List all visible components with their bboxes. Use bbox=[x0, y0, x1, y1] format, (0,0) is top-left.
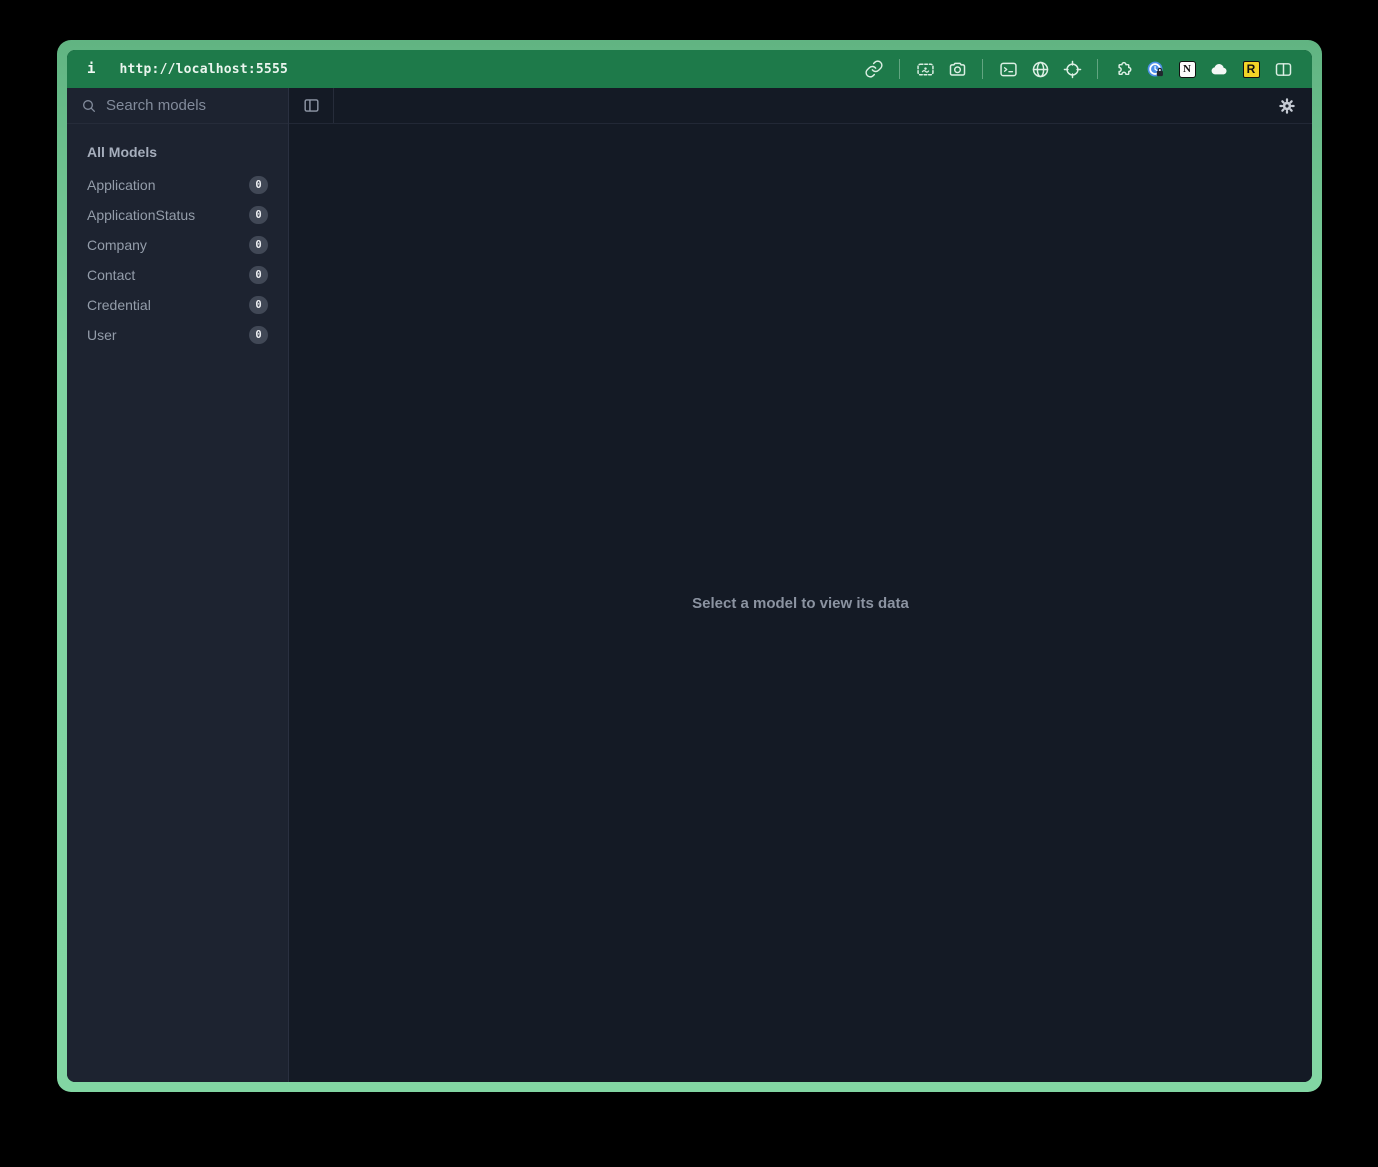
model-name: User bbox=[87, 327, 117, 343]
sidebar-toggle-section bbox=[289, 88, 334, 123]
cloud-icon[interactable] bbox=[1208, 58, 1230, 80]
model-count-badge: 0 bbox=[249, 296, 268, 314]
camera-icon[interactable] bbox=[946, 58, 968, 80]
titlebar-separator bbox=[982, 59, 983, 79]
globe-icon[interactable] bbox=[1029, 58, 1051, 80]
model-item-contact[interactable]: Contact 0 bbox=[67, 260, 288, 290]
sidebar-toggle-icon[interactable] bbox=[302, 96, 321, 115]
empty-state-text: Select a model to view its data bbox=[692, 595, 909, 612]
model-item-application[interactable]: Application 0 bbox=[67, 170, 288, 200]
model-list: All Models Application0ApplicationStatus… bbox=[67, 124, 288, 350]
model-count-badge: 0 bbox=[249, 326, 268, 344]
model-name: Application bbox=[87, 177, 156, 193]
info-icon: i bbox=[87, 61, 95, 77]
model-count-badge: 0 bbox=[249, 236, 268, 254]
gear-icon bbox=[1278, 97, 1296, 115]
capture-area-icon[interactable] bbox=[914, 58, 936, 80]
model-name: ApplicationStatus bbox=[87, 207, 195, 223]
model-item-user[interactable]: User 0 bbox=[67, 320, 288, 350]
puzzle-extension-icon[interactable] bbox=[1112, 58, 1134, 80]
model-item-credential[interactable]: Credential 0 bbox=[67, 290, 288, 320]
titlebar-separator bbox=[899, 59, 900, 79]
titlebar: i http://localhost:5555 bbox=[67, 50, 1312, 88]
clock-lock-extension-icon[interactable] bbox=[1144, 58, 1166, 80]
model-item-applicationstatus[interactable]: ApplicationStatus 0 bbox=[67, 200, 288, 230]
notion-icon[interactable]: N bbox=[1176, 58, 1198, 80]
split-view-icon[interactable] bbox=[1272, 58, 1294, 80]
link-icon[interactable] bbox=[863, 58, 885, 80]
crosshair-icon[interactable] bbox=[1061, 58, 1083, 80]
titlebar-icons: N R bbox=[863, 58, 1294, 80]
sidebar: All Models Application0ApplicationStatus… bbox=[67, 88, 289, 1082]
main-area: Select a model to view its data bbox=[289, 88, 1312, 1082]
app-body: All Models Application0ApplicationStatus… bbox=[67, 88, 1312, 1082]
search-input[interactable] bbox=[106, 97, 305, 114]
model-name: Company bbox=[87, 237, 147, 253]
empty-state-area: Select a model to view its data bbox=[289, 124, 1312, 1082]
model-items: Application0ApplicationStatus0Company0Co… bbox=[67, 170, 288, 350]
model-name: Credential bbox=[87, 297, 151, 313]
main-toolbar bbox=[289, 88, 1312, 124]
all-models-heading: All Models bbox=[67, 138, 288, 170]
search-row bbox=[67, 88, 288, 124]
settings-button[interactable] bbox=[1278, 97, 1312, 115]
model-count-badge: 0 bbox=[249, 206, 268, 224]
model-count-badge: 0 bbox=[249, 176, 268, 194]
model-count-badge: 0 bbox=[249, 266, 268, 284]
titlebar-separator bbox=[1097, 59, 1098, 79]
r-extension-icon[interactable]: R bbox=[1240, 58, 1262, 80]
window-content: i http://localhost:5555 bbox=[67, 50, 1312, 1082]
address-url[interactable]: http://localhost:5555 bbox=[119, 62, 288, 77]
model-name: Contact bbox=[87, 267, 135, 283]
search-icon bbox=[81, 98, 97, 114]
terminal-icon[interactable] bbox=[997, 58, 1019, 80]
model-item-company[interactable]: Company 0 bbox=[67, 230, 288, 260]
app-window: i http://localhost:5555 bbox=[57, 40, 1322, 1092]
